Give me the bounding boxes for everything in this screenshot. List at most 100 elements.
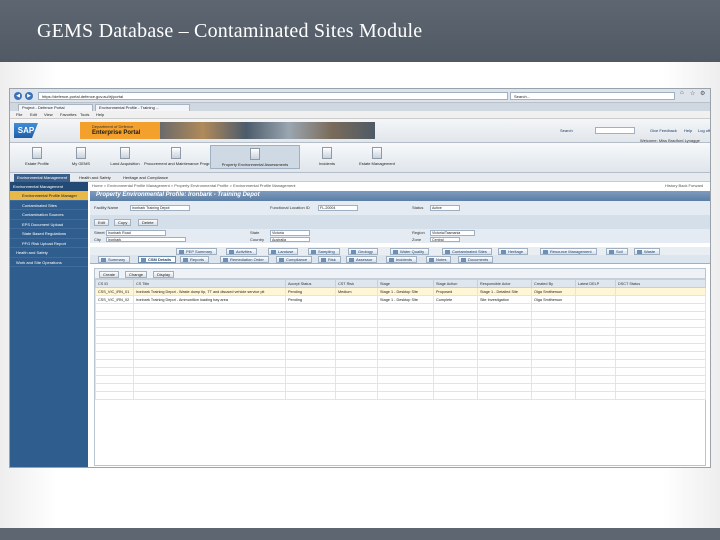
create-button[interactable]: Create <box>99 270 120 278</box>
tab-activities[interactable]: Activities <box>226 248 257 255</box>
zone-field[interactable]: Central <box>430 236 460 242</box>
tab-resource-management[interactable]: Resource Management <box>540 248 597 255</box>
column-header[interactable]: CS Title <box>133 279 286 288</box>
tab-water-quality[interactable]: Water Quality <box>390 248 430 255</box>
tab-notes[interactable]: Notes <box>426 256 452 263</box>
street-field[interactable]: Ironbark Road <box>106 230 166 236</box>
sidebar-item[interactable]: PFG Risk Upload Report <box>10 239 88 248</box>
nav-land-acquisition[interactable]: Land Acquisition <box>100 145 150 169</box>
sub-tab-heritage-compliance[interactable]: Heritage and Compliance <box>120 174 171 182</box>
browser-search-field[interactable]: Search... <box>510 92 675 100</box>
tab-remediation-order[interactable]: Remediation Order <box>220 256 269 263</box>
menu-file[interactable]: File <box>16 112 22 117</box>
column-header[interactable]: Stage <box>377 279 434 288</box>
settings-icon[interactable]: ⚙ <box>700 90 705 97</box>
nav-incidents[interactable]: Incidents <box>302 145 352 169</box>
table-cell <box>285 335 336 344</box>
state-field[interactable]: Victoria <box>270 230 310 236</box>
portal-search-input[interactable] <box>595 127 635 134</box>
forward-icon[interactable]: ▶ <box>25 92 33 100</box>
sidebar-item[interactable]: EPS Document Upload <box>10 220 88 229</box>
menu-tools[interactable]: Tools <box>80 112 89 117</box>
tab-pep-summary[interactable]: PEP Summary <box>176 248 218 255</box>
help-link[interactable]: Help <box>684 128 692 133</box>
facility-id-field[interactable]: FL-20004 <box>318 205 358 211</box>
column-header[interactable]: DSCT Status <box>615 279 706 288</box>
browser-menu-bar: File Edit View Favorites Tools Help <box>10 111 710 119</box>
browser-tab[interactable]: Project - Defence Portal <box>18 104 93 111</box>
sidebar-item[interactable]: Contamination Sources <box>10 210 88 220</box>
status-field[interactable]: Active <box>430 205 460 211</box>
table-cell <box>531 311 576 320</box>
sidebar-item[interactable]: Work and Site Operations <box>10 258 88 267</box>
nav-estate-management[interactable]: Estate Management <box>346 145 408 169</box>
table-cell <box>477 335 532 344</box>
country-field[interactable]: Australia <box>270 236 310 242</box>
column-header[interactable]: CS ID <box>95 279 134 288</box>
content-history-controls[interactable]: History Back Forward <box>665 183 703 188</box>
tab-csm-details[interactable]: CSM Details <box>138 256 177 263</box>
nav-procurement[interactable]: Procurement and Maintenance Programme <box>144 145 221 169</box>
menu-favorites[interactable]: Favorites <box>60 112 76 117</box>
tab-compliance[interactable]: Compliance <box>276 256 313 263</box>
tab-soil[interactable]: Soil <box>606 248 628 255</box>
column-header[interactable]: CST Risk <box>335 279 378 288</box>
breadcrumb[interactable]: Home > Environmental Profile Management … <box>92 183 296 188</box>
table-cell <box>477 343 532 352</box>
sub-tab-health-safety[interactable]: Health and Safety <box>76 174 114 182</box>
browser-tab[interactable]: Environmental Profile - Training ... <box>95 104 190 111</box>
sidebar-item[interactable]: State Based Regulations <box>10 229 88 239</box>
column-header[interactable]: Stage Action <box>433 279 478 288</box>
table-cell <box>615 303 706 312</box>
column-header[interactable]: Accept Status <box>285 279 336 288</box>
copy-button[interactable]: Copy <box>114 219 132 226</box>
column-header[interactable]: Created By <box>531 279 576 288</box>
tab-risk[interactable]: Risk <box>318 256 341 263</box>
edit-button[interactable]: Edit <box>94 219 109 226</box>
tab-geology[interactable]: Geology <box>348 248 378 255</box>
tab-landuse[interactable]: Landuse <box>268 248 299 255</box>
tab-reports[interactable]: Reports <box>180 256 210 263</box>
table-cell <box>335 359 378 368</box>
city-field[interactable]: Ironbark <box>106 236 186 242</box>
function-tabs-secondary: Summary CSM Details Reports Remediation … <box>90 255 710 264</box>
display-button[interactable]: Display <box>153 270 175 278</box>
menu-view[interactable]: View <box>44 112 53 117</box>
table-cell <box>575 391 616 400</box>
tab-heritage[interactable]: Heritage <box>498 248 529 255</box>
nav-environmental-assessments[interactable]: Property Environmental Assessments <box>210 145 300 169</box>
tab-incidents[interactable]: Incidents <box>386 256 418 263</box>
tab-documents[interactable]: Documents <box>458 256 494 263</box>
nav-my-gems[interactable]: My GEMS <box>56 145 106 169</box>
delete-button[interactable]: Delete <box>138 219 158 226</box>
give-feedback-link[interactable]: Give Feedback <box>650 128 677 133</box>
column-header[interactable]: Responsible Actor <box>477 279 532 288</box>
tab-waste[interactable]: Waste <box>634 248 661 255</box>
facility-name-field[interactable]: Ironbark Training Depot <box>130 205 190 211</box>
sidebar-item[interactable]: Environmental Profile Manager <box>10 191 88 201</box>
menu-edit[interactable]: Edit <box>30 112 37 117</box>
tab-sampling[interactable]: Sampling <box>308 248 340 255</box>
sidebar-item[interactable]: Contaminated Sites <box>10 201 88 210</box>
table-row[interactable]: CSS_VIC_IRN_02 Ironbark Training Depot - … <box>95 295 706 304</box>
favorites-icon[interactable]: ☆ <box>690 90 695 97</box>
column-header[interactable]: Latest DELP <box>575 279 616 288</box>
sub-tab-environmental-management[interactable]: Environmental Management <box>14 174 71 182</box>
address-field[interactable]: https://defence-portal.defence.gov.au/ir… <box>38 92 508 100</box>
nav-estate-profile[interactable]: Estate Profile <box>12 145 62 169</box>
tab-contaminated-sites[interactable]: Contaminated Sites <box>442 248 492 255</box>
log-off-link[interactable]: Log off <box>698 128 710 133</box>
change-button[interactable]: Change <box>125 270 148 278</box>
tab-summary[interactable]: Summary <box>98 256 131 263</box>
table-cell <box>95 335 134 344</box>
table-cell <box>377 319 434 328</box>
table-cell <box>531 343 576 352</box>
region-field[interactable]: Victoria/Tasmania <box>430 230 475 236</box>
sidebar-item[interactable]: Health and Safety <box>10 248 88 258</box>
home-icon[interactable]: ⌂ <box>680 90 684 96</box>
tab-assessor[interactable]: Assessor <box>346 256 378 263</box>
table-row[interactable]: CSS_VIC_IRN_01 Ironbark Training Depot - … <box>95 287 706 296</box>
back-icon[interactable]: ◀ <box>14 92 22 100</box>
sidebar-header[interactable]: Environmental Management <box>10 182 88 191</box>
menu-help[interactable]: Help <box>96 112 104 117</box>
